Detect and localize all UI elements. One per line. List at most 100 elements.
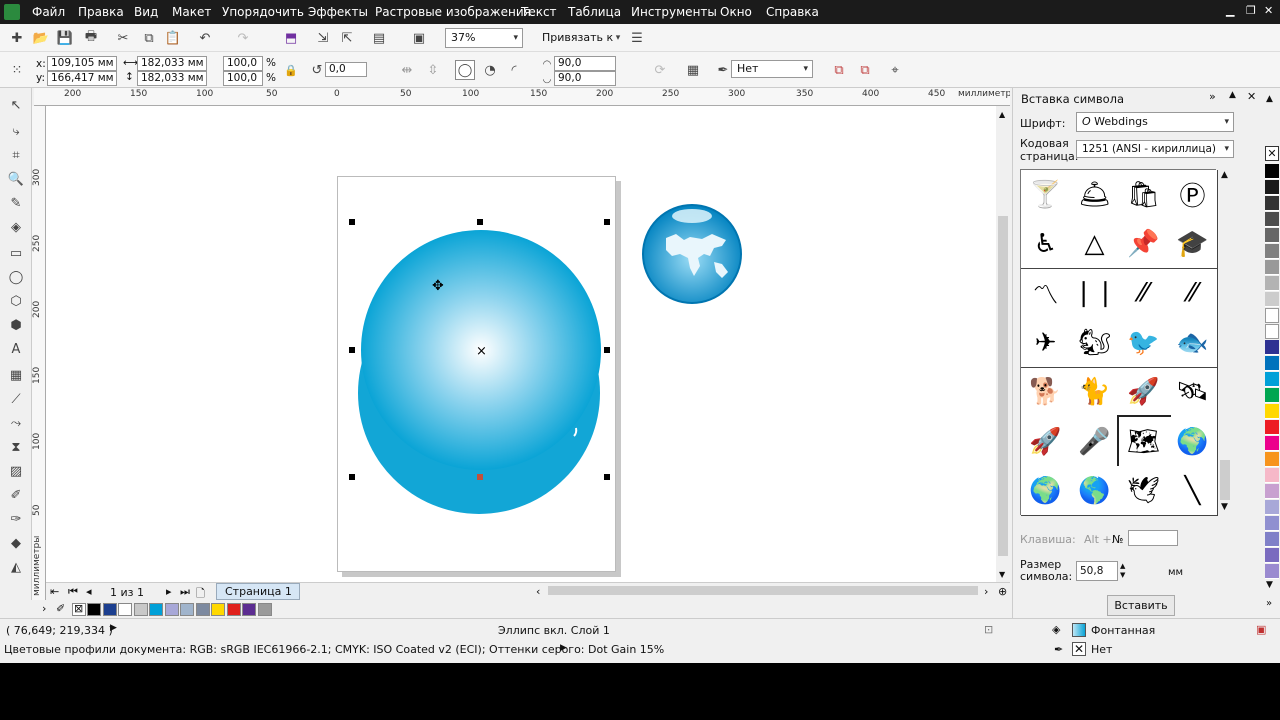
options-icon[interactable]: ☰ <box>628 29 646 47</box>
color-swatch[interactable] <box>118 603 132 616</box>
wrap-text-icon[interactable]: ▦ <box>684 61 702 79</box>
zoom-level-select[interactable]: 37% ▾ <box>445 28 523 48</box>
menu-table[interactable]: Таблица <box>568 5 621 19</box>
rotation-angle-field[interactable]: 0,0 <box>325 62 367 77</box>
color-swatch[interactable] <box>87 603 101 616</box>
glyph-cell[interactable]: 🎤 <box>1070 417 1120 467</box>
drawing-canvas[interactable]: × ✥ <box>46 106 996 582</box>
menu-view[interactable]: Вид <box>134 5 158 19</box>
eyedropper-tool-icon[interactable]: ✐ <box>7 486 25 504</box>
menu-edit[interactable]: Правка <box>78 5 124 19</box>
end-angle-field[interactable]: 90,0 <box>554 71 616 86</box>
color-swatch[interactable] <box>1265 436 1279 451</box>
publish-pdf-icon[interactable]: ▤ <box>370 29 388 47</box>
menu-effects[interactable]: Эффекты <box>308 5 368 19</box>
dimension-tool-icon[interactable]: ⟋ <box>7 390 25 408</box>
color-swatch[interactable] <box>242 603 256 616</box>
start-angle-field[interactable]: 90,0 <box>554 56 616 71</box>
grid-scroll-thumb[interactable] <box>1220 460 1230 500</box>
height-field[interactable]: 182,033 мм <box>137 71 207 86</box>
glyph-cell[interactable]: 〽 <box>1021 268 1071 319</box>
menu-text[interactable]: Текст <box>521 5 557 19</box>
shape-tool-icon[interactable]: ⤷ <box>7 122 25 140</box>
pie-mode-icon[interactable]: ◔ <box>481 61 499 79</box>
no-fill-swatch[interactable]: ✕ <box>1265 146 1279 161</box>
page-prev-first-icon[interactable]: ⏮ <box>68 585 78 599</box>
glyph-cell[interactable]: 🐕 <box>1021 367 1071 418</box>
print-icon[interactable]: 🖶 <box>82 29 100 47</box>
color-swatch[interactable] <box>1265 468 1279 483</box>
glyph-cell[interactable]: Ⓟ <box>1168 170 1218 220</box>
glyph-cell[interactable]: 🗺 <box>1117 415 1171 469</box>
fullscreen-icon[interactable]: ▣ <box>410 29 428 47</box>
text-tool-icon[interactable]: A <box>7 340 25 358</box>
palette-arrow-icon[interactable]: › <box>42 602 46 615</box>
snap-status-icon[interactable]: ⊡ <box>984 623 993 636</box>
width-field[interactable]: 182,033 мм <box>137 56 207 71</box>
to-back-icon[interactable]: ⧉ <box>856 61 874 79</box>
y-position-field[interactable]: 166,417 мм <box>47 71 117 86</box>
palette-up-icon[interactable]: ▲ <box>1266 94 1273 104</box>
glyph-cell[interactable]: 🎓 <box>1168 219 1218 270</box>
glyph-cell[interactable]: 🕊 <box>1119 466 1169 517</box>
globe-icon[interactable] <box>642 204 742 304</box>
glyph-cell[interactable]: 📌 <box>1119 219 1169 270</box>
paste-icon[interactable]: 📋 <box>164 29 182 47</box>
color-swatch[interactable] <box>257 603 272 616</box>
color-swatch[interactable] <box>1265 564 1279 579</box>
transparency-tool-icon[interactable]: ▨ <box>7 462 25 480</box>
menu-arrange[interactable]: Упорядочить <box>222 5 304 19</box>
redo-icon[interactable]: ↷ <box>234 29 252 47</box>
polygon-tool-icon[interactable]: ⬡ <box>7 292 25 310</box>
color-swatch[interactable] <box>211 603 225 616</box>
outline-swatch[interactable]: ✕ <box>1072 642 1086 656</box>
status-arrow-icon[interactable]: ▶ <box>110 623 117 633</box>
glyph-cell[interactable]: 🌍 <box>1168 417 1218 467</box>
page-tab[interactable]: Страница 1 <box>216 583 300 600</box>
glyph-cell[interactable]: 🍸 <box>1021 170 1071 220</box>
glyph-cell[interactable]: ✈ <box>1021 318 1071 369</box>
color-swatch[interactable] <box>1265 196 1279 211</box>
eyedropper-icon[interactable]: ✐ <box>56 602 65 615</box>
new-document-icon[interactable]: ✚ <box>8 29 26 47</box>
menu-file[interactable]: Файл <box>32 5 65 19</box>
grid-scroll-down-icon[interactable]: ▼ <box>1221 502 1228 512</box>
fill-tool-icon[interactable]: ◆ <box>7 534 25 552</box>
glyph-cell[interactable]: ♿ <box>1021 219 1071 270</box>
glyph-cell[interactable]: ⁄⁄ <box>1119 268 1169 319</box>
page-next-icon[interactable]: ▸ <box>166 585 172 598</box>
size-spinner-icon[interactable]: ▲ ▼ <box>1120 562 1125 580</box>
color-swatch[interactable] <box>164 603 179 616</box>
color-swatch[interactable] <box>1265 340 1279 355</box>
color-swatch[interactable] <box>1265 180 1279 195</box>
docker-close-icon[interactable]: ✕ <box>1247 90 1256 103</box>
insert-button[interactable]: Вставить <box>1107 595 1175 616</box>
color-swatch[interactable] <box>1265 292 1279 307</box>
save-icon[interactable]: 💾 <box>56 29 74 47</box>
hscroll-left-icon[interactable]: ‹ <box>536 585 540 598</box>
color-swatch[interactable] <box>180 603 194 616</box>
color-swatch[interactable] <box>133 603 148 616</box>
glyph-cell[interactable]: 🛍 <box>1119 170 1169 220</box>
x-position-field[interactable]: 109,105 мм <box>47 56 117 71</box>
color-swatch[interactable] <box>195 603 210 616</box>
hscroll-right-icon[interactable]: › <box>984 585 988 598</box>
vertical-scrollbar[interactable]: ▲ ▼ <box>996 106 1010 582</box>
color-swatch[interactable] <box>1265 404 1279 419</box>
glyph-cell[interactable]: 🐿 <box>1070 318 1120 369</box>
glyph-cell[interactable]: 🐟 <box>1168 318 1218 369</box>
glyph-cell[interactable]: 🛰 <box>1168 367 1218 418</box>
color-swatch[interactable] <box>1265 244 1279 259</box>
mirror-horizontal-icon[interactable]: ⇹ <box>398 61 416 79</box>
color-swatch[interactable] <box>1265 276 1279 291</box>
scroll-down-icon[interactable]: ▼ <box>999 570 1005 579</box>
glyph-cell[interactable]: 🚀 <box>1021 417 1071 467</box>
zoom-tool-icon[interactable]: 🔍 <box>7 170 25 188</box>
search-content-icon[interactable]: ⬒ <box>282 29 300 47</box>
color-swatch[interactable] <box>1265 372 1279 387</box>
table-tool-icon[interactable]: ▦ <box>7 366 25 384</box>
color-swatch[interactable] <box>1265 324 1279 339</box>
scale-y-field[interactable]: 100,0 <box>223 71 263 86</box>
close-icon[interactable]: ✕ <box>1264 4 1273 17</box>
horizontal-ruler[interactable]: 200 150 100 50 0 50 100 150 200 250 300 … <box>34 88 1010 106</box>
